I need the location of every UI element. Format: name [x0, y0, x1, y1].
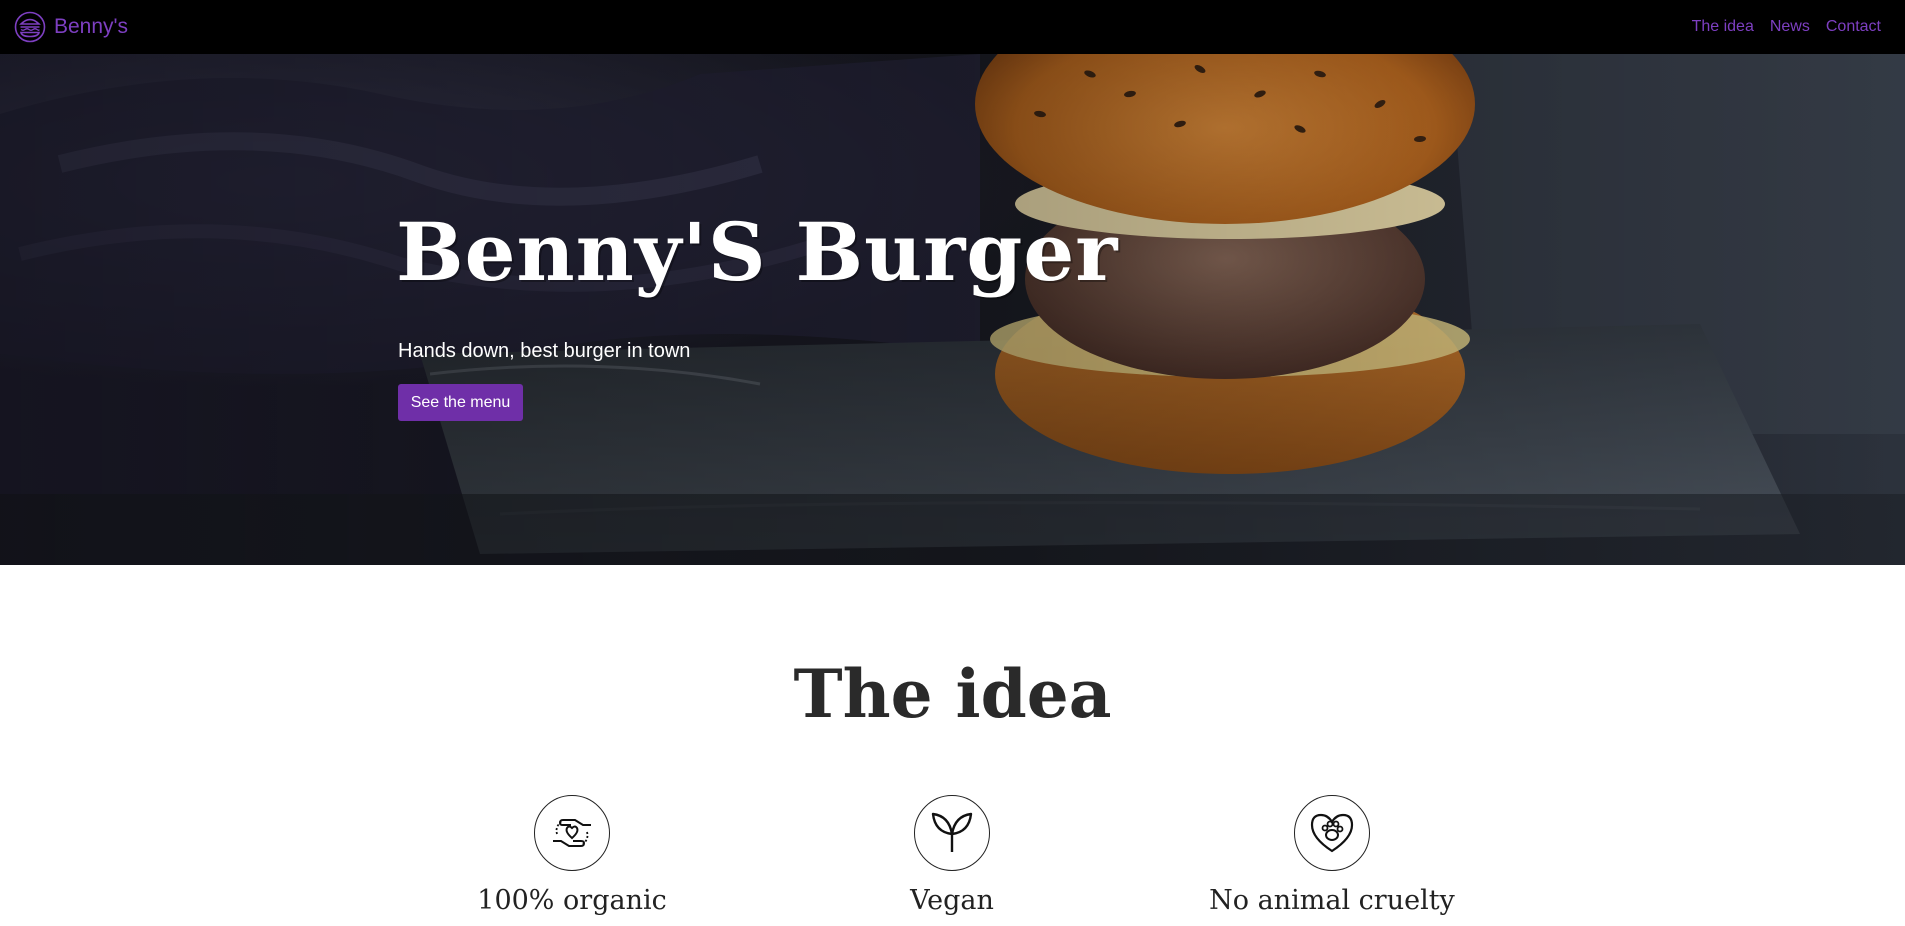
hero-section: Benny'S Burger Hands down, best burger i…	[0, 54, 1905, 565]
nav-links: The idea News Contact	[1692, 18, 1881, 36]
hero-background-image	[0, 54, 1905, 565]
hands-heart-icon	[534, 795, 610, 871]
heart-paw-icon	[1294, 795, 1370, 871]
feature-vegan: Vegan	[812, 795, 1092, 916]
feature-label: 100% organic	[477, 885, 667, 916]
hero-title: Benny'S Burger	[396, 205, 1119, 299]
nav-link-news[interactable]: News	[1770, 18, 1810, 36]
feature-label: Vegan	[910, 885, 994, 916]
sprout-icon	[914, 795, 990, 871]
feature-organic: 100% organic	[432, 795, 712, 916]
feature-label: No animal cruelty	[1209, 885, 1455, 916]
top-navbar: Benny's The idea News Contact	[0, 0, 1905, 54]
brand-link[interactable]: Benny's	[14, 11, 128, 43]
brand-name: Benny's	[54, 15, 129, 38]
see-menu-button[interactable]: See the menu	[398, 384, 523, 421]
nav-link-contact[interactable]: Contact	[1826, 18, 1881, 36]
hero-subtitle: Hands down, best burger in town	[398, 340, 691, 362]
idea-title: The idea	[793, 655, 1112, 733]
feature-no-cruelty: No animal cruelty	[1192, 795, 1472, 916]
burger-icon	[14, 11, 46, 43]
nav-link-the-idea[interactable]: The idea	[1692, 18, 1754, 36]
